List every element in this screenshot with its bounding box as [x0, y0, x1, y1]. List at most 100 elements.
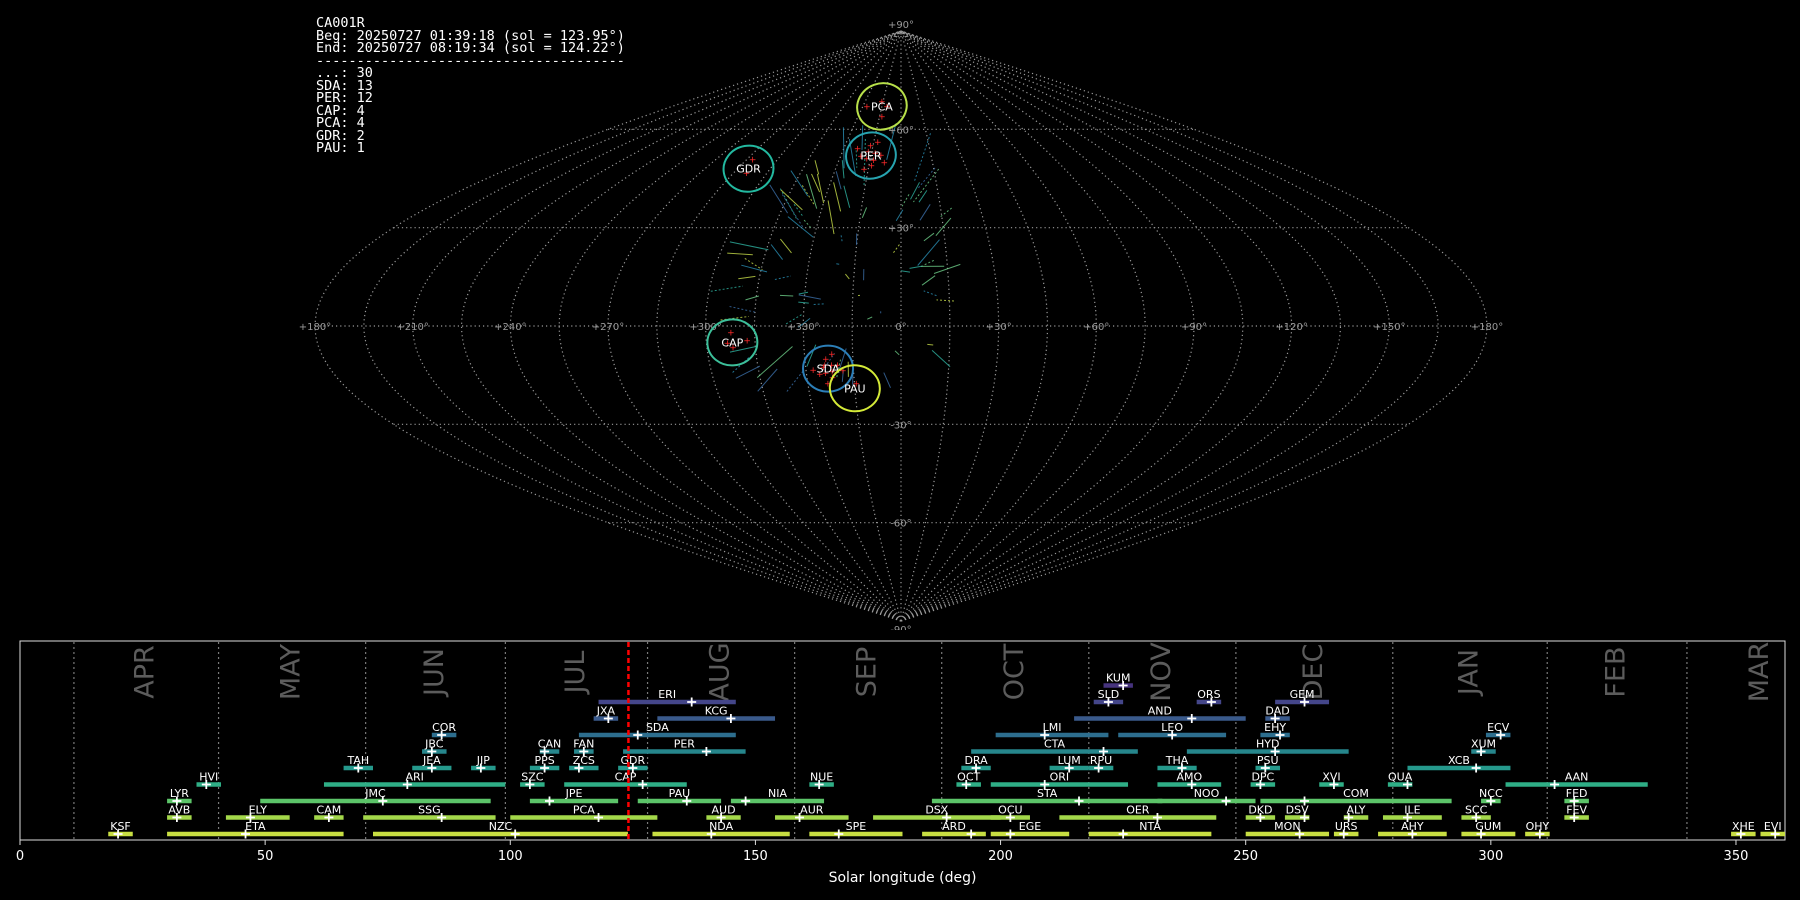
shower-label: ARI [405, 771, 423, 784]
meteor-trail [813, 303, 826, 305]
shower-label: DSX [925, 804, 948, 817]
lon-tick-label: +180° [1471, 322, 1503, 333]
meteor-trail [840, 235, 843, 243]
meteor-trail [861, 125, 864, 150]
shower-label: FED [1566, 787, 1588, 800]
shower-label: FEV [1566, 804, 1587, 817]
shower-label: PAU [669, 787, 691, 800]
radiant-marker: + [863, 102, 871, 112]
shower-label: DAD [1265, 705, 1289, 718]
shower-bar-ori: ORI [990, 771, 1129, 789]
lon-tick-label: +150° [1373, 322, 1405, 333]
lon-tick-label: +90° [1181, 322, 1207, 333]
shower-label: SZC [521, 771, 544, 784]
meteor-trail [861, 207, 868, 218]
shower-bar-xum: XUM [1471, 738, 1496, 756]
shower-label: HVI [199, 771, 218, 784]
meteor-trail [798, 294, 821, 300]
meteor-trail [745, 295, 759, 301]
sky-tick-labels: +180°+150°+120°+90°+60°+30°0°+330°+300°+… [299, 20, 1503, 630]
shower-label: NDA [709, 820, 734, 833]
radiant-gdr: ++GDR [722, 144, 775, 193]
lon-tick-label: +210° [396, 322, 428, 333]
shower-label: THA [1165, 754, 1189, 767]
lat-tick-label: +90° [888, 20, 914, 31]
shower-bar-urs: URS [1333, 820, 1359, 839]
shower-bar-nue: NUE [809, 771, 834, 789]
shower-bar-xcb: XCB [1407, 754, 1511, 773]
shower-bar-xhe: XHE [1731, 820, 1756, 839]
x-tick-label: 50 [257, 849, 274, 864]
shower-label: GEM [1290, 688, 1315, 701]
shower-bar-xvi: XVI [1319, 771, 1344, 789]
meteor-trail [786, 371, 804, 392]
shower-bar-spe: SPE [809, 820, 903, 839]
shower-label: ZCS [573, 754, 595, 767]
shower-label: AUD [712, 804, 736, 817]
shower-label: NUE [810, 771, 833, 784]
shower-label: DRA [964, 754, 988, 767]
x-tick-label: 200 [988, 849, 1013, 864]
x-tick-label: 150 [743, 849, 768, 864]
month-label: AUG [705, 642, 736, 701]
shower-label: GDR [621, 754, 646, 767]
shower-label: KSF [110, 820, 131, 833]
shower-bar-szc: SZC [520, 771, 545, 789]
shower-bar-nzc: NZC [373, 820, 628, 839]
shower-label: XUM [1471, 738, 1496, 751]
shower-bar-oct: OCT [956, 771, 981, 789]
meteor-trail [921, 275, 936, 286]
meteor-trail [780, 238, 792, 254]
radiant-label: PER [860, 150, 882, 163]
lat-tick-label: +30° [888, 224, 914, 235]
shower-bar-jxa: JXA [593, 705, 619, 723]
x-tick-label: 300 [1478, 849, 1503, 864]
shower-label: OER [1126, 804, 1150, 817]
meteor-trail [931, 350, 951, 368]
shower-label: NTA [1139, 820, 1161, 833]
shower-bar-nta: NTA [1088, 820, 1212, 839]
shower-label: NOO [1194, 787, 1220, 800]
month-label: MAY [276, 643, 307, 700]
meteor-trail [729, 306, 756, 313]
meteor-trail [787, 216, 814, 238]
meteor-trail [798, 291, 809, 295]
shower-label: QUA [1388, 771, 1413, 784]
lon-tick-label: +30° [986, 322, 1012, 333]
x-axis: 0 50 100 150 200 250 300 350 [16, 840, 1748, 864]
shower-label: AAN [1565, 771, 1589, 784]
shower-bar-tah: TAH [343, 754, 373, 773]
meteor-trail [923, 232, 935, 242]
shower-label: OCT [957, 771, 980, 784]
shower-bar-leo: LEO [1118, 721, 1227, 740]
meteor-trail [779, 294, 794, 297]
shower-label: JBC [424, 738, 444, 751]
x-tick-label: 100 [498, 849, 523, 864]
shower-label: ARD [942, 820, 966, 833]
shower-label: SPE [846, 820, 867, 833]
shower-label: EVI [1764, 820, 1782, 833]
month-label: APR [130, 645, 161, 699]
shower-label: RPU [1090, 754, 1112, 767]
shower-bar-dsx: DSX [873, 804, 1001, 822]
lon-tick-label: +120° [1275, 322, 1307, 333]
shower-bar-evi: EVI [1760, 820, 1785, 839]
meteor-trail [814, 160, 820, 175]
shower-bar-jip: JIP [471, 754, 496, 773]
shower-bar-kcg: KCG [657, 705, 776, 723]
shower-label: PPS [534, 754, 554, 767]
shower-bar-pau: PAU [637, 787, 722, 806]
meteor-trail [895, 209, 904, 221]
radiant-label: CAP [721, 336, 743, 349]
shower-label: LUM [1058, 754, 1081, 767]
shower-bar-ssg: SSG [363, 804, 496, 822]
meteor-trail [900, 270, 911, 273]
shower-label: HYD [1256, 738, 1279, 751]
shower-bar-ege: EGE [990, 820, 1070, 839]
shower-label: CAN [538, 738, 561, 751]
shower-label: AND [1148, 705, 1172, 718]
shower-bar-ard: ARD [922, 820, 986, 839]
lon-tick-label: +180° [299, 322, 331, 333]
shower-label: FAN [573, 738, 594, 751]
sky-map: +180°+150°+120°+90°+60°+30°0°+330°+300°+… [299, 20, 1503, 630]
